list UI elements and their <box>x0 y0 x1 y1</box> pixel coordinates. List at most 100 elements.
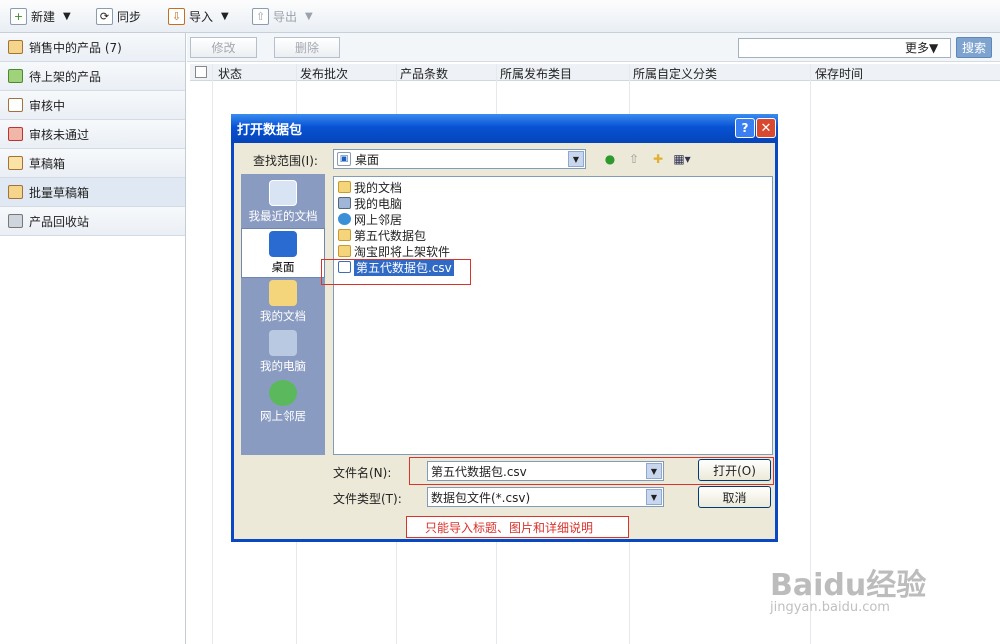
rejected-icon <box>8 127 23 141</box>
filetype-value: 数据包文件(*.csv) <box>431 490 531 505</box>
dialog-title: 打开数据包 <box>237 123 303 138</box>
sidebar-item-label: 产品回收站 <box>29 214 90 229</box>
filetype-select[interactable]: 数据包文件(*.csv) ▼ <box>427 487 664 507</box>
back-icon[interactable]: ● <box>601 151 619 167</box>
edit-button[interactable]: 修改 <box>190 37 257 58</box>
folder-icon <box>269 280 297 306</box>
column-header[interactable]: 状态 <box>218 65 242 82</box>
sidebar-item-label: 销售中的产品 (7) <box>29 40 122 55</box>
import-label: 导入 <box>189 9 214 24</box>
places-bar: 我最近的文档 桌面 我的文档 我的电脑 网上邻居 <box>241 174 325 455</box>
sync-label: 同步 <box>117 9 142 24</box>
globe-icon <box>269 380 297 406</box>
search-button[interactable]: 搜索 <box>956 37 992 58</box>
column-header[interactable]: 所属自定义分类 <box>633 65 717 82</box>
place-my-computer[interactable]: 我的电脑 <box>241 328 325 378</box>
sidebar-item-reviewing[interactable]: 审核中 <box>0 91 185 120</box>
watermark-logo: Baidu经验 <box>770 568 927 603</box>
main-toolbar: + 新建 ▼ ⟳ 同步 ⇩ 导入 ▼ ⇧ 导出 ▼ <box>0 0 1000 33</box>
file-list[interactable]: 我的文档 我的电脑 网上邻居 第五代数据包 淘宝即将上架软件 第五代数据包.cs… <box>333 176 773 455</box>
sidebar-item-selling[interactable]: 销售中的产品 (7) <box>0 33 185 62</box>
cancel-button[interactable]: 取消 <box>698 486 771 508</box>
annotation-note: 只能导入标题、图片和详细说明 <box>406 516 629 538</box>
column-header[interactable]: 发布批次 <box>300 65 348 82</box>
grid-line <box>212 64 213 644</box>
more-dropdown[interactable]: 更多▼ <box>905 39 938 56</box>
sync-button[interactable]: ⟳ 同步 <box>96 5 141 27</box>
place-label: 网上邻居 <box>260 409 306 423</box>
chevron-down-icon[interactable]: ▼ <box>646 489 662 505</box>
document-icon <box>8 98 23 112</box>
place-recent[interactable]: 我最近的文档 <box>241 178 325 228</box>
dialog-title-bar: 打开数据包 ? ✕ <box>231 114 778 143</box>
look-in-select[interactable]: ▣ 桌面 ▼ <box>333 149 586 169</box>
globe-icon <box>338 213 351 225</box>
up-folder-icon[interactable]: ⇧ <box>625 151 643 167</box>
place-my-documents[interactable]: 我的文档 <box>241 278 325 328</box>
place-desktop[interactable]: 桌面 <box>241 228 325 278</box>
sidebar-item-drafts[interactable]: 草稿箱 <box>0 149 185 178</box>
highlight-filename-open <box>409 457 774 485</box>
desktop-icon <box>269 231 297 257</box>
action-bar: 修改 删除 更多▼ 搜索 <box>187 33 1000 62</box>
filetype-label: 文件类型(T): <box>333 492 402 506</box>
filename-label: 文件名(N): <box>333 466 392 480</box>
sidebar-item-batch-drafts[interactable]: 批量草稿箱 <box>0 178 185 207</box>
table-header: 状态 发布批次 产品条数 所属发布类目 所属自定义分类 保存时间 <box>190 64 1000 81</box>
column-header[interactable]: 产品条数 <box>400 65 448 82</box>
new-button[interactable]: + 新建 ▼ <box>10 5 71 27</box>
sidebar-item-label: 审核中 <box>29 98 66 113</box>
grid-line <box>810 64 811 644</box>
folder-icon <box>8 185 23 199</box>
chevron-down-icon[interactable]: ▼ <box>305 11 313 22</box>
folder-icon <box>338 181 351 193</box>
computer-icon <box>338 197 351 209</box>
envelope-icon <box>8 156 23 170</box>
sync-icon: ⟳ <box>96 7 113 25</box>
place-label: 我的电脑 <box>260 359 306 373</box>
desktop-icon: ▣ <box>337 152 351 166</box>
chevron-down-icon[interactable]: ▼ <box>221 11 229 22</box>
import-icon: ⇩ <box>168 7 185 25</box>
clock-icon <box>269 180 297 206</box>
sidebar-item-label: 草稿箱 <box>29 156 66 171</box>
place-label: 我的文档 <box>260 309 306 323</box>
list-item[interactable]: 第五代数据包 <box>338 227 426 243</box>
sidebar-item-recycle-bin[interactable]: 产品回收站 <box>0 207 185 236</box>
sidebar-item-pending[interactable]: 待上架的产品 <box>0 62 185 91</box>
computer-icon <box>269 330 297 356</box>
list-item[interactable]: 我的文档 <box>338 179 402 195</box>
close-button[interactable]: ✕ <box>756 118 776 138</box>
sidebar-item-rejected[interactable]: 审核未通过 <box>0 120 185 149</box>
sidebar-item-label: 审核未通过 <box>29 127 90 142</box>
list-item[interactable]: 淘宝即将上架软件 <box>338 243 450 259</box>
list-item[interactable]: 我的电脑 <box>338 195 402 211</box>
sidebar-item-label: 批量草稿箱 <box>29 185 90 200</box>
new-label: 新建 <box>31 9 56 24</box>
sidebar: 销售中的产品 (7) 待上架的产品 审核中 审核未通过 草稿箱 批量草稿箱 产品… <box>0 33 186 644</box>
highlight-selected-file <box>321 259 471 285</box>
place-network[interactable]: 网上邻居 <box>241 378 325 428</box>
column-header[interactable]: 所属发布类目 <box>500 65 572 82</box>
look-in-label: 查找范围(I): <box>253 154 318 168</box>
import-button[interactable]: ⇩ 导入 ▼ <box>168 5 229 27</box>
place-label: 我最近的文档 <box>248 209 318 223</box>
column-header[interactable]: 保存时间 <box>815 65 863 82</box>
briefcase-icon <box>8 40 23 54</box>
watermark-url: jingyan.baidu.com <box>770 600 890 615</box>
delete-button[interactable]: 删除 <box>274 37 340 58</box>
house-icon <box>8 69 23 83</box>
chevron-down-icon[interactable]: ▼ <box>568 151 584 167</box>
select-all-checkbox[interactable] <box>195 66 207 78</box>
sidebar-item-label: 待上架的产品 <box>29 69 102 84</box>
help-button[interactable]: ? <box>735 118 755 138</box>
view-menu-icon[interactable]: ▦▾ <box>673 151 691 167</box>
export-button[interactable]: ⇧ 导出 ▼ <box>252 5 313 27</box>
trash-icon <box>8 214 23 228</box>
list-item[interactable]: 网上邻居 <box>338 211 402 227</box>
look-in-value: 桌面 <box>355 152 380 167</box>
chevron-down-icon[interactable]: ▼ <box>63 11 71 22</box>
new-folder-icon[interactable]: ✚ <box>649 151 667 167</box>
nav-icons: ● ⇧ ✚ ▦▾ <box>601 151 691 167</box>
folder-icon <box>338 245 351 257</box>
